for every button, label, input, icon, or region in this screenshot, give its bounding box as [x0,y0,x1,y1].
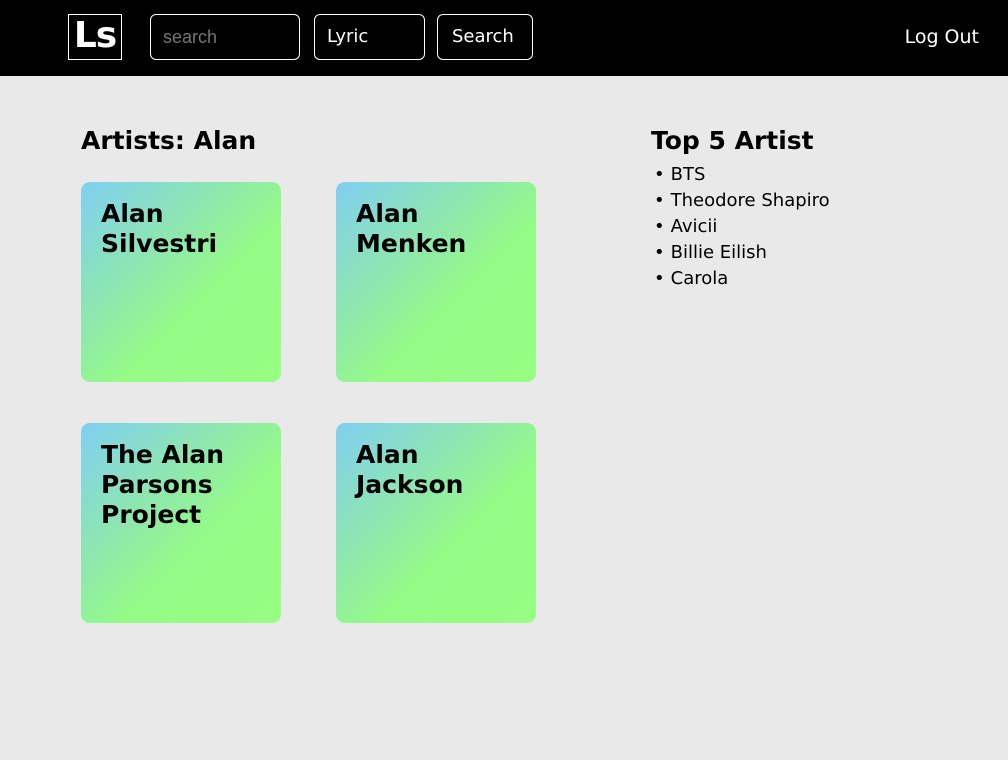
artist-name: Alan Silvestri [101,199,218,258]
top5-item[interactable]: • Carola [654,266,830,292]
top5-list: • BTS • Theodore Shapiro • Avicii • Billie E… [654,162,830,292]
top5-item[interactable]: • Avicii [654,214,830,240]
artist-card-alan-menken[interactable]: Alan Menken [336,182,536,382]
top5-item-label: Billie Eilish [670,242,767,263]
top5-item-label: Carola [670,268,729,289]
top5-item[interactable]: • Theodore Shapiro [654,188,830,214]
bullet-icon: • [654,216,665,237]
logout-button[interactable]: Log Out [905,26,979,48]
top-nav-bar: Ls Lyric Search Log Out [0,0,1008,76]
bullet-icon: • [654,242,665,263]
artist-name: Alan Menken [356,199,467,258]
top5-item-label: Avicii [670,216,718,237]
top5-item-label: BTS [670,164,706,185]
artist-name: The Alan Parsons Project [101,440,225,529]
search-input[interactable] [150,14,300,60]
search-button[interactable]: Search [437,14,533,60]
artist-card-alan-parsons-project[interactable]: The Alan Parsons Project [81,423,281,623]
app-logo[interactable]: Ls [68,14,122,60]
artist-name: Alan Jackson [356,440,464,499]
bullet-icon: • [654,190,665,211]
top5-item[interactable]: • BTS [654,162,830,188]
top5-title: Top 5 Artist [651,126,814,155]
results-title: Artists: Alan [81,126,257,155]
top5-item[interactable]: • Billie Eilish [654,240,830,266]
top5-item-label: Theodore Shapiro [670,190,830,211]
bullet-icon: • [654,268,665,289]
artist-card-alan-silvestri[interactable]: Alan Silvestri [81,182,281,382]
artist-card-alan-jackson[interactable]: Alan Jackson [336,423,536,623]
search-type-select[interactable]: Lyric [314,14,425,60]
bullet-icon: • [654,164,665,185]
